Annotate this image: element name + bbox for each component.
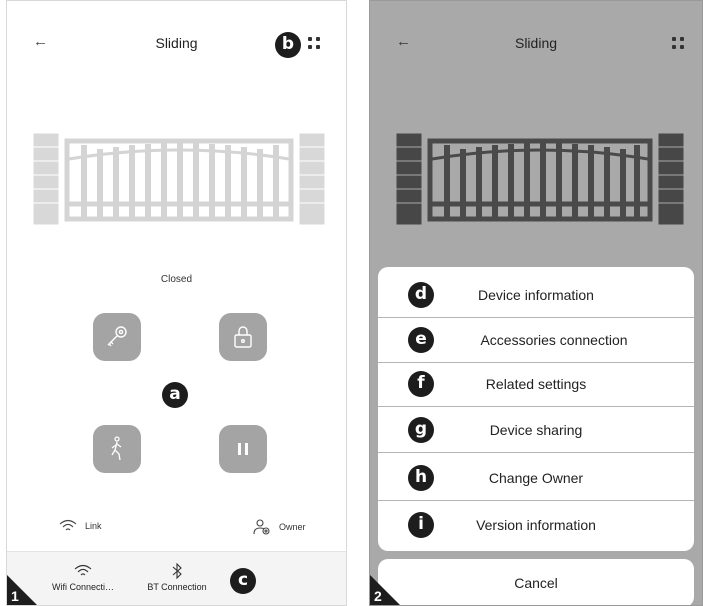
gate-status: Closed	[160, 274, 193, 285]
lock-button[interactable]	[219, 313, 267, 361]
menu-item-version-information[interactable]: i Version information	[378, 503, 694, 547]
pedestrian-button[interactable]	[93, 425, 141, 473]
owner-icon	[253, 519, 270, 535]
menu-item-label: Device sharing	[489, 422, 583, 438]
tab-wifi-label: Wifi Connecti…	[51, 582, 114, 592]
menu-item-device-information[interactable]: d Device information	[378, 273, 694, 318]
cancel-button[interactable]: Cancel	[378, 559, 694, 605]
tab-wifi-connection[interactable]: Wifi Connecti…	[45, 560, 121, 592]
wifi-icon	[59, 519, 77, 531]
callout-badge-a: a	[162, 382, 188, 408]
menu-item-device-sharing[interactable]: g Device sharing	[378, 408, 694, 453]
callout-badge-g: g	[408, 417, 434, 443]
gate-illustration	[33, 132, 325, 226]
callout-badge-b: b	[275, 32, 301, 58]
gate-illustration	[396, 132, 684, 226]
screen-number: 1	[11, 588, 19, 604]
menu-item-label: Version information	[476, 517, 596, 533]
callout-badge-d: d	[408, 282, 434, 308]
menu-item-change-owner[interactable]: h Change Owner	[378, 456, 694, 501]
callout-badge-f: f	[408, 371, 434, 397]
options-screen: ← Sliding d Device information e Accesso…	[369, 0, 703, 606]
options-sheet: d Device information e Accessories conne…	[378, 267, 694, 551]
owner-status: Owner	[253, 519, 306, 535]
screen-number: 2	[374, 588, 382, 604]
menu-item-label: Accessories connection	[480, 332, 628, 348]
callout-badge-e: e	[408, 327, 434, 353]
link-label: Link	[85, 521, 102, 531]
lock-icon	[234, 326, 252, 348]
bottom-tab-bar: Wifi Connecti… BT Connection c	[7, 551, 346, 605]
callout-badge-h: h	[408, 465, 434, 491]
menu-item-label: Device information	[478, 287, 594, 303]
menu-item-related-settings[interactable]: f Related settings	[378, 362, 694, 407]
link-status: Link	[59, 519, 102, 533]
header: ← Sliding	[370, 29, 702, 59]
pause-icon	[238, 443, 248, 455]
tab-bt-label: BT Connection	[147, 582, 207, 592]
key-button[interactable]	[93, 313, 141, 361]
menu-item-label: Change Owner	[488, 470, 584, 486]
pedestrian-icon	[111, 436, 122, 461]
more-options-icon[interactable]	[308, 37, 322, 51]
pause-button[interactable]	[219, 425, 267, 473]
menu-item-accessories-connection[interactable]: e Accessories connection	[378, 318, 694, 363]
callout-badge-i: i	[408, 512, 434, 538]
more-options-icon[interactable]	[672, 37, 686, 51]
tab-bt-connection[interactable]: BT Connection	[139, 560, 215, 592]
menu-item-label: Related settings	[485, 376, 587, 392]
wifi-icon	[74, 564, 92, 576]
device-screen: ← Sliding b Closed a Link Owner Wifi Con…	[6, 0, 347, 606]
page-title: Sliding	[514, 35, 558, 51]
owner-label: Owner	[279, 522, 306, 532]
callout-badge-c: c	[230, 568, 256, 594]
bluetooth-icon	[172, 563, 182, 579]
key-icon	[107, 326, 127, 347]
